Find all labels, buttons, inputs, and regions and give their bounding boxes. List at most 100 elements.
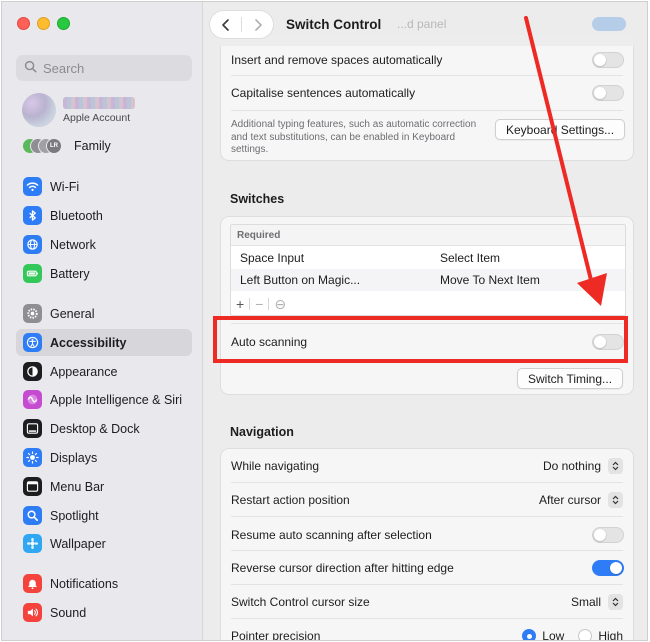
- switch-timing-button[interactable]: Switch Timing...: [517, 368, 624, 389]
- more-options-button[interactable]: ⊖: [274, 296, 286, 313]
- sidebar-item-wallpaper[interactable]: Wallpaper: [16, 530, 192, 557]
- table-row[interactable]: Space Input Select Item: [231, 247, 625, 269]
- chevron-right-icon: [254, 18, 262, 31]
- sidebar-item-label: Accessibility: [50, 335, 127, 350]
- scrolled-row-label: ...d panel: [397, 17, 447, 31]
- table-controls: + − ⊖: [231, 293, 291, 315]
- while-navigating-popup[interactable]: Do nothing: [543, 458, 623, 474]
- apple-account[interactable]: Apple Account: [22, 93, 135, 127]
- reverse-direction-toggle[interactable]: [592, 560, 624, 576]
- sidebar-item-bluetooth[interactable]: Bluetooth: [16, 202, 192, 229]
- sidebar-item-battery[interactable]: Battery: [16, 260, 192, 287]
- globe-icon: [23, 235, 42, 254]
- chevron-updown-icon: [608, 458, 623, 474]
- capitalise-toggle[interactable]: [592, 85, 624, 101]
- sidebar-item-label: Sound: [50, 605, 87, 620]
- sidebar-item-spotlight[interactable]: Spotlight: [16, 502, 192, 529]
- sidebar-item-label: Wi-Fi: [50, 179, 80, 194]
- capitalise-label: Capitalise sentences automatically: [231, 86, 416, 100]
- restart-position-row: Restart action position After cursor: [221, 488, 633, 512]
- switch-name: Space Input: [240, 251, 305, 265]
- sidebar-item-displays[interactable]: Displays: [16, 444, 192, 471]
- while-navigating-label: While navigating: [231, 459, 320, 473]
- speaker-icon: [23, 603, 42, 622]
- navigation-card: While navigating Do nothing Restart acti…: [220, 448, 634, 641]
- sidebar-item-apple-intelligence-siri[interactable]: Apple Intelligence & Siri: [16, 386, 192, 413]
- wallpaper-icon: [23, 534, 42, 553]
- back-button[interactable]: [210, 11, 241, 38]
- capitalise-row: Capitalise sentences automatically: [221, 82, 633, 104]
- insert-spaces-toggle[interactable]: [592, 52, 624, 68]
- sun-icon: [23, 448, 42, 467]
- sidebar-item-label: Notifications: [50, 576, 119, 591]
- appearance-icon: [23, 362, 42, 381]
- radio-low[interactable]: [522, 629, 537, 640]
- sidebar-item-label: Spotlight: [50, 508, 99, 523]
- resume-scanning-toggle[interactable]: [592, 527, 624, 543]
- toolbar: Switch Control ...d panel: [204, 2, 647, 46]
- wifi-icon: [23, 177, 42, 196]
- family-item[interactable]: LR Family: [22, 138, 111, 154]
- switches-header: Switches: [230, 192, 285, 206]
- accessibility-icon: [23, 333, 42, 352]
- chevron-updown-icon: [608, 594, 623, 610]
- sidebar-item-label: Menu Bar: [50, 479, 105, 494]
- forward-button[interactable]: [242, 11, 273, 38]
- reverse-direction-row: Reverse cursor direction after hitting e…: [221, 556, 633, 580]
- restart-position-popup[interactable]: After cursor: [539, 492, 623, 508]
- sidebar-item-label: Apple Intelligence & Siri: [50, 392, 183, 407]
- chevron-updown-icon: [608, 492, 623, 508]
- add-switch-button[interactable]: +: [236, 296, 244, 312]
- search-icon: [24, 60, 37, 76]
- pointer-precision-radios: Low High: [522, 629, 623, 641]
- sidebar-item-wi-fi[interactable]: Wi-Fi: [16, 173, 192, 200]
- pointer-precision-label: Pointer precision: [231, 629, 321, 641]
- restart-position-label: Restart action position: [231, 493, 350, 507]
- sidebar-item-label: Network: [50, 237, 96, 252]
- family-label: Family: [74, 139, 111, 153]
- radio-low-label: Low: [542, 629, 565, 641]
- sidebar-item-label: General: [50, 306, 95, 321]
- zoom-window-button[interactable]: [57, 17, 70, 30]
- bell-icon: [23, 574, 42, 593]
- sidebar-item-label: Desktop & Dock: [50, 421, 140, 436]
- sidebar-item-notifications[interactable]: Notifications: [16, 570, 192, 597]
- sidebar-item-label: Displays: [50, 450, 98, 465]
- keyboard-settings-button[interactable]: Keyboard Settings...: [495, 119, 626, 140]
- remove-switch-button[interactable]: −: [255, 296, 263, 312]
- cursor-size-popup[interactable]: Small: [571, 594, 623, 610]
- sidebar-item-menu-bar[interactable]: Menu Bar: [16, 473, 192, 500]
- cursor-size-row: Switch Control cursor size Small: [221, 590, 633, 614]
- bluetooth-icon: [23, 206, 42, 225]
- resume-scanning-label: Resume auto scanning after selection: [231, 528, 432, 542]
- while-navigating-row: While navigating Do nothing: [221, 454, 633, 478]
- keyboard-note: Additional typing features, such as auto…: [231, 119, 477, 155]
- table-row[interactable]: Left Button on Magic... Move To Next Ite…: [231, 269, 625, 291]
- sidebar-item-network[interactable]: Network: [16, 231, 192, 258]
- sidebar-item-appearance[interactable]: Appearance: [16, 358, 192, 385]
- radio-high[interactable]: [578, 629, 593, 640]
- minimize-window-button[interactable]: [37, 17, 50, 30]
- sidebar-item-label: Wallpaper: [50, 536, 106, 551]
- sidebar-search[interactable]: Search: [16, 55, 192, 81]
- sidebar-item-accessibility[interactable]: Accessibility: [16, 329, 192, 356]
- siri-icon: [23, 390, 42, 409]
- insert-spaces-label: Insert and remove spaces automatically: [231, 53, 443, 67]
- switch-action: Move To Next Item: [440, 273, 540, 287]
- resume-scanning-row: Resume auto scanning after selection: [221, 523, 633, 547]
- radio-high-label: High: [598, 629, 623, 641]
- close-window-button[interactable]: [17, 17, 30, 30]
- sidebar-item-sound[interactable]: Sound: [16, 599, 192, 626]
- reverse-direction-label: Reverse cursor direction after hitting e…: [231, 561, 454, 575]
- sidebar-item-general[interactable]: General: [16, 300, 192, 327]
- popup-value: Small: [570, 595, 601, 609]
- annotation-highlight-box: [213, 316, 628, 363]
- typing-card: Insert and remove spaces automatically C…: [220, 34, 634, 161]
- popup-value: Do nothing: [542, 459, 601, 473]
- insert-spaces-row: Insert and remove spaces automatically: [221, 49, 633, 71]
- sidebar-item-desktop-dock[interactable]: Desktop & Dock: [16, 415, 192, 442]
- cursor-size-label: Switch Control cursor size: [231, 595, 370, 609]
- account-avatar: [22, 93, 56, 127]
- menu-bar-icon: [23, 477, 42, 496]
- search-input[interactable]: Search: [43, 61, 84, 76]
